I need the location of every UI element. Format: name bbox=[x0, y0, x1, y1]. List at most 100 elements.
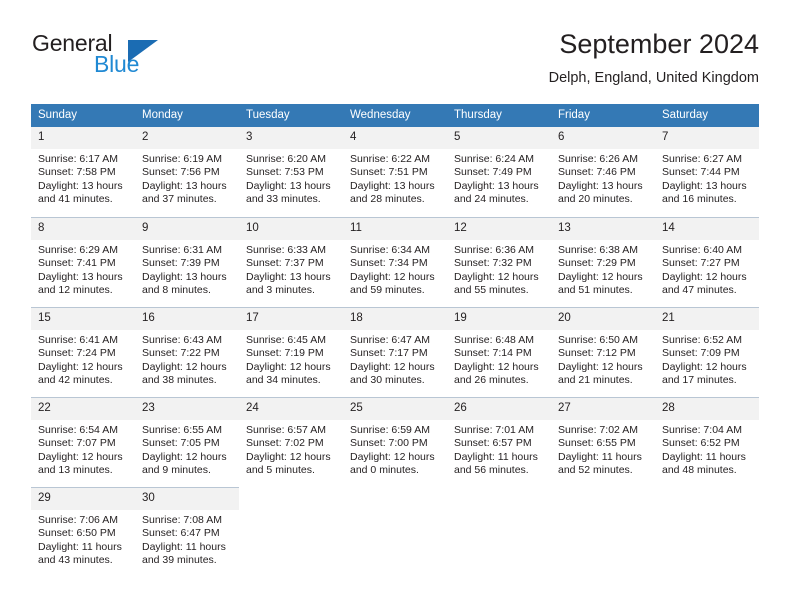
day-cell[interactable]: 27 Sunrise: 7:02 AM Sunset: 6:55 PM Dayl… bbox=[551, 397, 655, 487]
day-number: 29 bbox=[31, 488, 135, 510]
day-cell[interactable]: 4 Sunrise: 6:22 AM Sunset: 7:51 PM Dayli… bbox=[343, 127, 447, 217]
day-cell[interactable]: 16 Sunrise: 6:43 AM Sunset: 7:22 PM Dayl… bbox=[135, 307, 239, 397]
day-cell-inner-empty bbox=[239, 487, 343, 573]
day-cell[interactable]: 22 Sunrise: 6:54 AM Sunset: 7:07 PM Dayl… bbox=[31, 397, 135, 487]
day-number: 3 bbox=[239, 127, 343, 149]
day-cell[interactable]: 23 Sunrise: 6:55 AM Sunset: 7:05 PM Dayl… bbox=[135, 397, 239, 487]
sunset-text: Sunset: 7:22 PM bbox=[142, 347, 220, 360]
day-cell[interactable]: 11 Sunrise: 6:34 AM Sunset: 7:34 PM Dayl… bbox=[343, 217, 447, 307]
day-cell[interactable]: 7 Sunrise: 6:27 AM Sunset: 7:44 PM Dayli… bbox=[655, 127, 759, 217]
day-cell-inner: 11 Sunrise: 6:34 AM Sunset: 7:34 PM Dayl… bbox=[343, 217, 447, 308]
day-details: Sunrise: 7:08 AM Sunset: 6:47 PM Dayligh… bbox=[135, 510, 239, 567]
day-details: Sunrise: 6:43 AM Sunset: 7:22 PM Dayligh… bbox=[135, 330, 239, 387]
day-cell-inner: 28 Sunrise: 7:04 AM Sunset: 6:52 PM Dayl… bbox=[655, 397, 759, 488]
daylight-text-line2: and 28 minutes. bbox=[350, 192, 425, 205]
day-number: 21 bbox=[655, 308, 759, 330]
day-cell[interactable]: 29 Sunrise: 7:06 AM Sunset: 6:50 PM Dayl… bbox=[31, 487, 135, 573]
day-details: Sunrise: 7:06 AM Sunset: 6:50 PM Dayligh… bbox=[31, 510, 135, 567]
day-cell[interactable]: 18 Sunrise: 6:47 AM Sunset: 7:17 PM Dayl… bbox=[343, 307, 447, 397]
day-cell[interactable]: 9 Sunrise: 6:31 AM Sunset: 7:39 PM Dayli… bbox=[135, 217, 239, 307]
daylight-text-line2: and 9 minutes. bbox=[142, 463, 211, 476]
day-cell[interactable]: 25 Sunrise: 6:59 AM Sunset: 7:00 PM Dayl… bbox=[343, 397, 447, 487]
day-details: Sunrise: 6:45 AM Sunset: 7:19 PM Dayligh… bbox=[239, 330, 343, 387]
sunrise-text: Sunrise: 6:34 AM bbox=[350, 244, 430, 256]
day-cell[interactable]: 10 Sunrise: 6:33 AM Sunset: 7:37 PM Dayl… bbox=[239, 217, 343, 307]
sunset-text: Sunset: 7:58 PM bbox=[38, 166, 116, 179]
daylight-text-line2: and 52 minutes. bbox=[558, 463, 633, 476]
day-details: Sunrise: 6:34 AM Sunset: 7:34 PM Dayligh… bbox=[343, 240, 447, 297]
daylight-text-line1: Daylight: 13 hours bbox=[246, 179, 331, 192]
day-number: 28 bbox=[655, 398, 759, 420]
sunrise-text: Sunrise: 6:43 AM bbox=[142, 334, 222, 346]
day-cell[interactable]: 19 Sunrise: 6:48 AM Sunset: 7:14 PM Dayl… bbox=[447, 307, 551, 397]
sunset-text: Sunset: 7:37 PM bbox=[246, 257, 324, 270]
day-cell[interactable]: 30 Sunrise: 7:08 AM Sunset: 6:47 PM Dayl… bbox=[135, 487, 239, 573]
daylight-text-line2: and 55 minutes. bbox=[454, 283, 529, 296]
week-row: 1 Sunrise: 6:17 AM Sunset: 7:58 PM Dayli… bbox=[31, 127, 759, 217]
day-cell[interactable]: 6 Sunrise: 6:26 AM Sunset: 7:46 PM Dayli… bbox=[551, 127, 655, 217]
daylight-text-line1: Daylight: 12 hours bbox=[142, 360, 227, 373]
week-row: 22 Sunrise: 6:54 AM Sunset: 7:07 PM Dayl… bbox=[31, 397, 759, 487]
day-cell[interactable]: 15 Sunrise: 6:41 AM Sunset: 7:24 PM Dayl… bbox=[31, 307, 135, 397]
logo-text-blue: Blue bbox=[94, 51, 140, 77]
day-number-empty bbox=[447, 487, 551, 509]
day-cell[interactable]: 14 Sunrise: 6:40 AM Sunset: 7:27 PM Dayl… bbox=[655, 217, 759, 307]
day-cell[interactable]: 20 Sunrise: 6:50 AM Sunset: 7:12 PM Dayl… bbox=[551, 307, 655, 397]
daylight-text-line2: and 24 minutes. bbox=[454, 192, 529, 205]
daylight-text-line2: and 48 minutes. bbox=[662, 463, 737, 476]
day-cell[interactable]: 2 Sunrise: 6:19 AM Sunset: 7:56 PM Dayli… bbox=[135, 127, 239, 217]
sunrise-text: Sunrise: 6:24 AM bbox=[454, 153, 534, 165]
day-cell-empty bbox=[447, 487, 551, 573]
day-cell-inner: 1 Sunrise: 6:17 AM Sunset: 7:58 PM Dayli… bbox=[31, 127, 135, 217]
calendar-page: General Blue September 2024 Delph, Engla… bbox=[0, 0, 792, 612]
day-cell-inner: 20 Sunrise: 6:50 AM Sunset: 7:12 PM Dayl… bbox=[551, 307, 655, 398]
sunset-text: Sunset: 6:52 PM bbox=[662, 437, 740, 450]
sunset-text: Sunset: 6:55 PM bbox=[558, 437, 636, 450]
day-cell[interactable]: 8 Sunrise: 6:29 AM Sunset: 7:41 PM Dayli… bbox=[31, 217, 135, 307]
sunrise-text: Sunrise: 6:45 AM bbox=[246, 334, 326, 346]
sunrise-text: Sunrise: 6:52 AM bbox=[662, 334, 742, 346]
daylight-text-line1: Daylight: 11 hours bbox=[142, 540, 226, 553]
day-cell[interactable]: 5 Sunrise: 6:24 AM Sunset: 7:49 PM Dayli… bbox=[447, 127, 551, 217]
day-cell-inner-empty bbox=[447, 487, 551, 573]
daylight-text-line2: and 38 minutes. bbox=[142, 373, 217, 386]
daylight-text-line1: Daylight: 12 hours bbox=[246, 360, 331, 373]
day-cell[interactable]: 24 Sunrise: 6:57 AM Sunset: 7:02 PM Dayl… bbox=[239, 397, 343, 487]
sunset-text: Sunset: 7:19 PM bbox=[246, 347, 324, 360]
daylight-text-line2: and 0 minutes. bbox=[350, 463, 419, 476]
general-blue-logo: General Blue bbox=[31, 28, 251, 84]
sunrise-text: Sunrise: 7:02 AM bbox=[558, 424, 638, 436]
daylight-text-line2: and 26 minutes. bbox=[454, 373, 529, 386]
day-cell[interactable]: 1 Sunrise: 6:17 AM Sunset: 7:58 PM Dayli… bbox=[31, 127, 135, 217]
weekday-header-wednesday: Wednesday bbox=[343, 104, 447, 127]
daylight-text-line2: and 34 minutes. bbox=[246, 373, 321, 386]
sunrise-text: Sunrise: 6:57 AM bbox=[246, 424, 326, 436]
sunset-text: Sunset: 6:47 PM bbox=[142, 527, 220, 540]
daylight-text-line2: and 8 minutes. bbox=[142, 283, 211, 296]
day-cell[interactable]: 26 Sunrise: 7:01 AM Sunset: 6:57 PM Dayl… bbox=[447, 397, 551, 487]
day-cell[interactable]: 3 Sunrise: 6:20 AM Sunset: 7:53 PM Dayli… bbox=[239, 127, 343, 217]
day-cell-inner: 7 Sunrise: 6:27 AM Sunset: 7:44 PM Dayli… bbox=[655, 127, 759, 217]
day-details: Sunrise: 6:29 AM Sunset: 7:41 PM Dayligh… bbox=[31, 240, 135, 297]
day-cell[interactable]: 13 Sunrise: 6:38 AM Sunset: 7:29 PM Dayl… bbox=[551, 217, 655, 307]
day-cell[interactable]: 28 Sunrise: 7:04 AM Sunset: 6:52 PM Dayl… bbox=[655, 397, 759, 487]
day-cell-empty bbox=[239, 487, 343, 573]
weekday-header-friday: Friday bbox=[551, 104, 655, 127]
daylight-text-line2: and 16 minutes. bbox=[662, 192, 737, 205]
day-details: Sunrise: 6:57 AM Sunset: 7:02 PM Dayligh… bbox=[239, 420, 343, 477]
day-cell-inner-empty bbox=[655, 487, 759, 573]
day-cell[interactable]: 21 Sunrise: 6:52 AM Sunset: 7:09 PM Dayl… bbox=[655, 307, 759, 397]
daylight-text-line1: Daylight: 12 hours bbox=[454, 270, 539, 283]
day-cell-empty bbox=[551, 487, 655, 573]
sunset-text: Sunset: 7:14 PM bbox=[454, 347, 532, 360]
day-cell[interactable]: 17 Sunrise: 6:45 AM Sunset: 7:19 PM Dayl… bbox=[239, 307, 343, 397]
calendar-body: 1 Sunrise: 6:17 AM Sunset: 7:58 PM Dayli… bbox=[31, 127, 759, 573]
day-details: Sunrise: 7:04 AM Sunset: 6:52 PM Dayligh… bbox=[655, 420, 759, 477]
daylight-text-line2: and 13 minutes. bbox=[38, 463, 113, 476]
sunrise-text: Sunrise: 6:31 AM bbox=[142, 244, 222, 256]
day-cell[interactable]: 12 Sunrise: 6:36 AM Sunset: 7:32 PM Dayl… bbox=[447, 217, 551, 307]
sunrise-text: Sunrise: 7:04 AM bbox=[662, 424, 742, 436]
calendar-grid: Sunday Monday Tuesday Wednesday Thursday… bbox=[31, 104, 759, 573]
daylight-text-line1: Daylight: 12 hours bbox=[558, 360, 643, 373]
day-cell-inner: 29 Sunrise: 7:06 AM Sunset: 6:50 PM Dayl… bbox=[31, 487, 135, 574]
